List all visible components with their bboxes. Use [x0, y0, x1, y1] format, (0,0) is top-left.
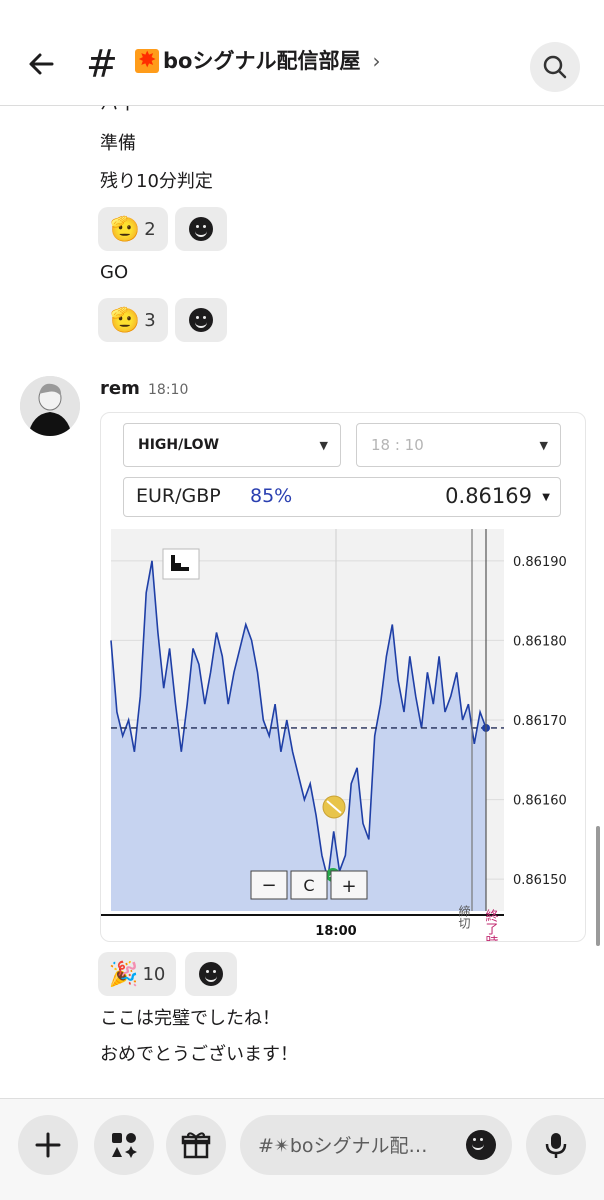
add-reaction-button[interactable]: [185, 952, 237, 996]
chart-type-icon: [162, 548, 200, 580]
trade-type-dropdown: HIGH/LOW ▼: [123, 423, 341, 467]
smiley-icon: [189, 217, 213, 241]
party-popper-emoji: 🎉: [108, 960, 139, 988]
sparkle-icon: [135, 46, 159, 76]
zoom-controls: − C +: [250, 870, 368, 900]
message-text: おめでとうございます！: [100, 1044, 298, 1065]
message-text: ここは完璧でしたね！: [100, 1008, 280, 1029]
avatar-image: [20, 376, 80, 436]
message-input[interactable]: #✴boシグナル配…: [240, 1115, 512, 1175]
message-line: 残り10分判定: [100, 171, 213, 192]
gift-icon: [181, 1132, 211, 1159]
shortcuts-button[interactable]: [94, 1115, 154, 1175]
chevron-right-icon: ›: [372, 49, 381, 73]
search-button[interactable]: [530, 42, 580, 92]
message-composer: #✴boシグナル配…: [0, 1098, 604, 1200]
channel-name: boシグナル配信部屋: [163, 49, 361, 73]
message-line: 準備: [100, 133, 136, 154]
search-icon: [543, 55, 567, 79]
scrollbar[interactable]: [596, 826, 600, 946]
reaction-count: 2: [144, 218, 156, 240]
back-arrow-icon[interactable]: [22, 44, 62, 84]
avatar[interactable]: [20, 376, 80, 436]
reaction-salute[interactable]: 🫡 2: [98, 207, 168, 251]
expiry-dropdown: 18 : 10 ▼: [356, 423, 561, 467]
x-tick-label: 18:00: [315, 924, 356, 939]
gift-button[interactable]: [166, 1115, 226, 1175]
microphone-icon: [545, 1133, 567, 1158]
channel-hash-icon: #: [86, 42, 118, 86]
y-tick-label: 0.86160: [513, 794, 567, 809]
expiry-value: 18 : 10: [371, 436, 424, 454]
emoji-picker-icon[interactable]: [466, 1130, 496, 1160]
message-line: GO: [100, 262, 129, 283]
y-tick-label: 0.86170: [513, 714, 567, 729]
payout-rate: 85%: [250, 485, 293, 507]
voice-input-button[interactable]: [526, 1115, 586, 1175]
add-attachment-button[interactable]: [18, 1115, 78, 1175]
asset-pair: EUR/GBP: [136, 485, 221, 507]
current-price: 0.86169: [445, 484, 532, 508]
add-reaction-button[interactable]: [175, 207, 227, 251]
zoom-in-label: +: [341, 876, 356, 897]
reaction-party[interactable]: 🎉 10: [98, 952, 176, 996]
salute-emoji: 🫡: [110, 306, 141, 334]
zoom-out-label: −: [261, 875, 276, 896]
dropdown-arrow-icon: ▼: [319, 438, 328, 452]
end-time-label: 終了時刻: [483, 908, 499, 942]
reaction-salute[interactable]: 🫡 3: [98, 298, 168, 342]
y-axis-ticks: 0.86190 0.86180 0.86170 0.86160 0.86150: [513, 555, 567, 888]
channel-header: # boシグナル配信部屋 ›: [0, 0, 604, 106]
username[interactable]: rem: [100, 378, 140, 399]
plus-icon: [35, 1132, 61, 1158]
zoom-reset-label: C: [303, 876, 314, 895]
shapes-icon: [112, 1133, 137, 1158]
price-chart: 0.86190 0.86180 0.86170 0.86160 0.86150 18:0…: [101, 529, 567, 942]
add-reaction-button[interactable]: [175, 298, 227, 342]
entry-marker: [322, 795, 346, 819]
smiley-icon: [199, 962, 223, 986]
channel-title[interactable]: boシグナル配信部屋 ›: [135, 46, 380, 76]
y-tick-label: 0.86180: [513, 634, 567, 649]
dropdown-arrow-icon: ▼: [542, 492, 550, 503]
deadline-label: 締切: [457, 904, 471, 930]
trade-type-value: HIGH/LOW: [138, 437, 220, 453]
dropdown-arrow-icon: ▼: [539, 438, 548, 452]
attached-image[interactable]: HIGH/LOW ▼ 18 : 10 ▼ EUR/GBP 85% 0.86169…: [100, 412, 586, 942]
reaction-count: 10: [142, 963, 166, 985]
timestamp: 18:10: [148, 382, 189, 398]
message-input-placeholder: #✴boシグナル配…: [258, 1135, 428, 1157]
y-tick-label: 0.86190: [513, 555, 567, 570]
asset-selector: EUR/GBP 85% 0.86169 ▼: [123, 477, 561, 517]
y-tick-label: 0.86150: [513, 873, 567, 888]
salute-emoji: 🫡: [110, 215, 141, 243]
smiley-icon: [189, 308, 213, 332]
reaction-count: 3: [144, 309, 156, 331]
